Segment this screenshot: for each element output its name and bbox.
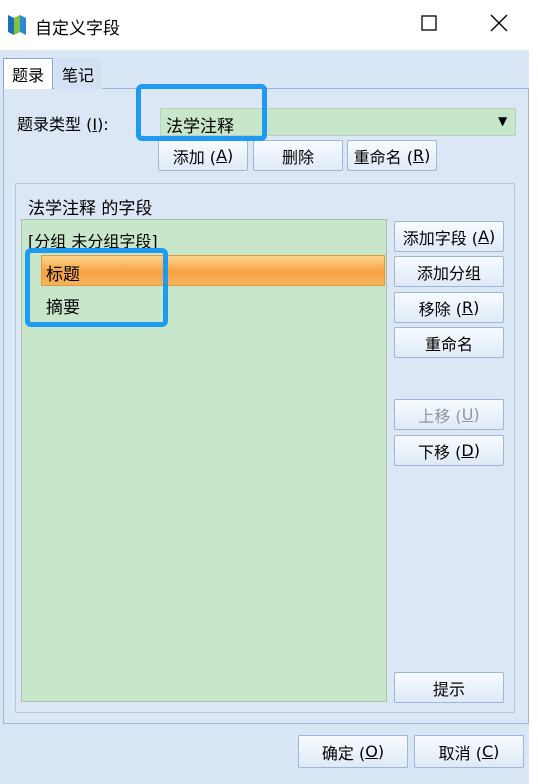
tab-label: 题录 (11, 66, 44, 85)
type-label: 题录类型 (I): (17, 115, 109, 134)
add-field-button[interactable]: 添加字段 (A) (394, 221, 504, 252)
highlight-box-items (25, 248, 168, 327)
tab-label: 笔记 (61, 65, 94, 85)
maximize-button[interactable] (394, 0, 464, 50)
move-up-button[interactable]: 上移 (U) (394, 399, 504, 430)
delete-type-button[interactable]: 删除 (253, 140, 343, 171)
add-type-button[interactable]: 添加 (A) (158, 140, 248, 171)
hint-button[interactable]: 提示 (394, 672, 504, 703)
rename-type-button[interactable]: 重命名 (R) (347, 140, 437, 171)
cancel-button[interactable]: 取消 (C) (414, 735, 524, 768)
ok-button[interactable]: 确定 (O) (298, 735, 408, 768)
tab-biji[interactable]: 笔记 (54, 58, 102, 89)
window-title: 自定义字段 (35, 19, 120, 39)
close-icon (490, 14, 508, 36)
add-group-button[interactable]: 添加分组 (394, 256, 504, 287)
highlight-box-type (136, 84, 267, 141)
rename-field-button[interactable]: 重命名 (394, 327, 504, 358)
window-edge (529, 50, 538, 784)
maximize-icon (421, 15, 437, 35)
dropdown-arrow-icon[interactable]: ▼ (498, 114, 507, 128)
move-down-button[interactable]: 下移 (D) (394, 435, 504, 466)
app-logo-icon (6, 13, 28, 37)
fields-group-title: 法学注释 的字段 (28, 199, 153, 219)
remove-button[interactable]: 移除 (R) (394, 292, 504, 323)
close-button[interactable] (464, 0, 534, 50)
tab-tilu[interactable]: 题录 (3, 58, 53, 89)
